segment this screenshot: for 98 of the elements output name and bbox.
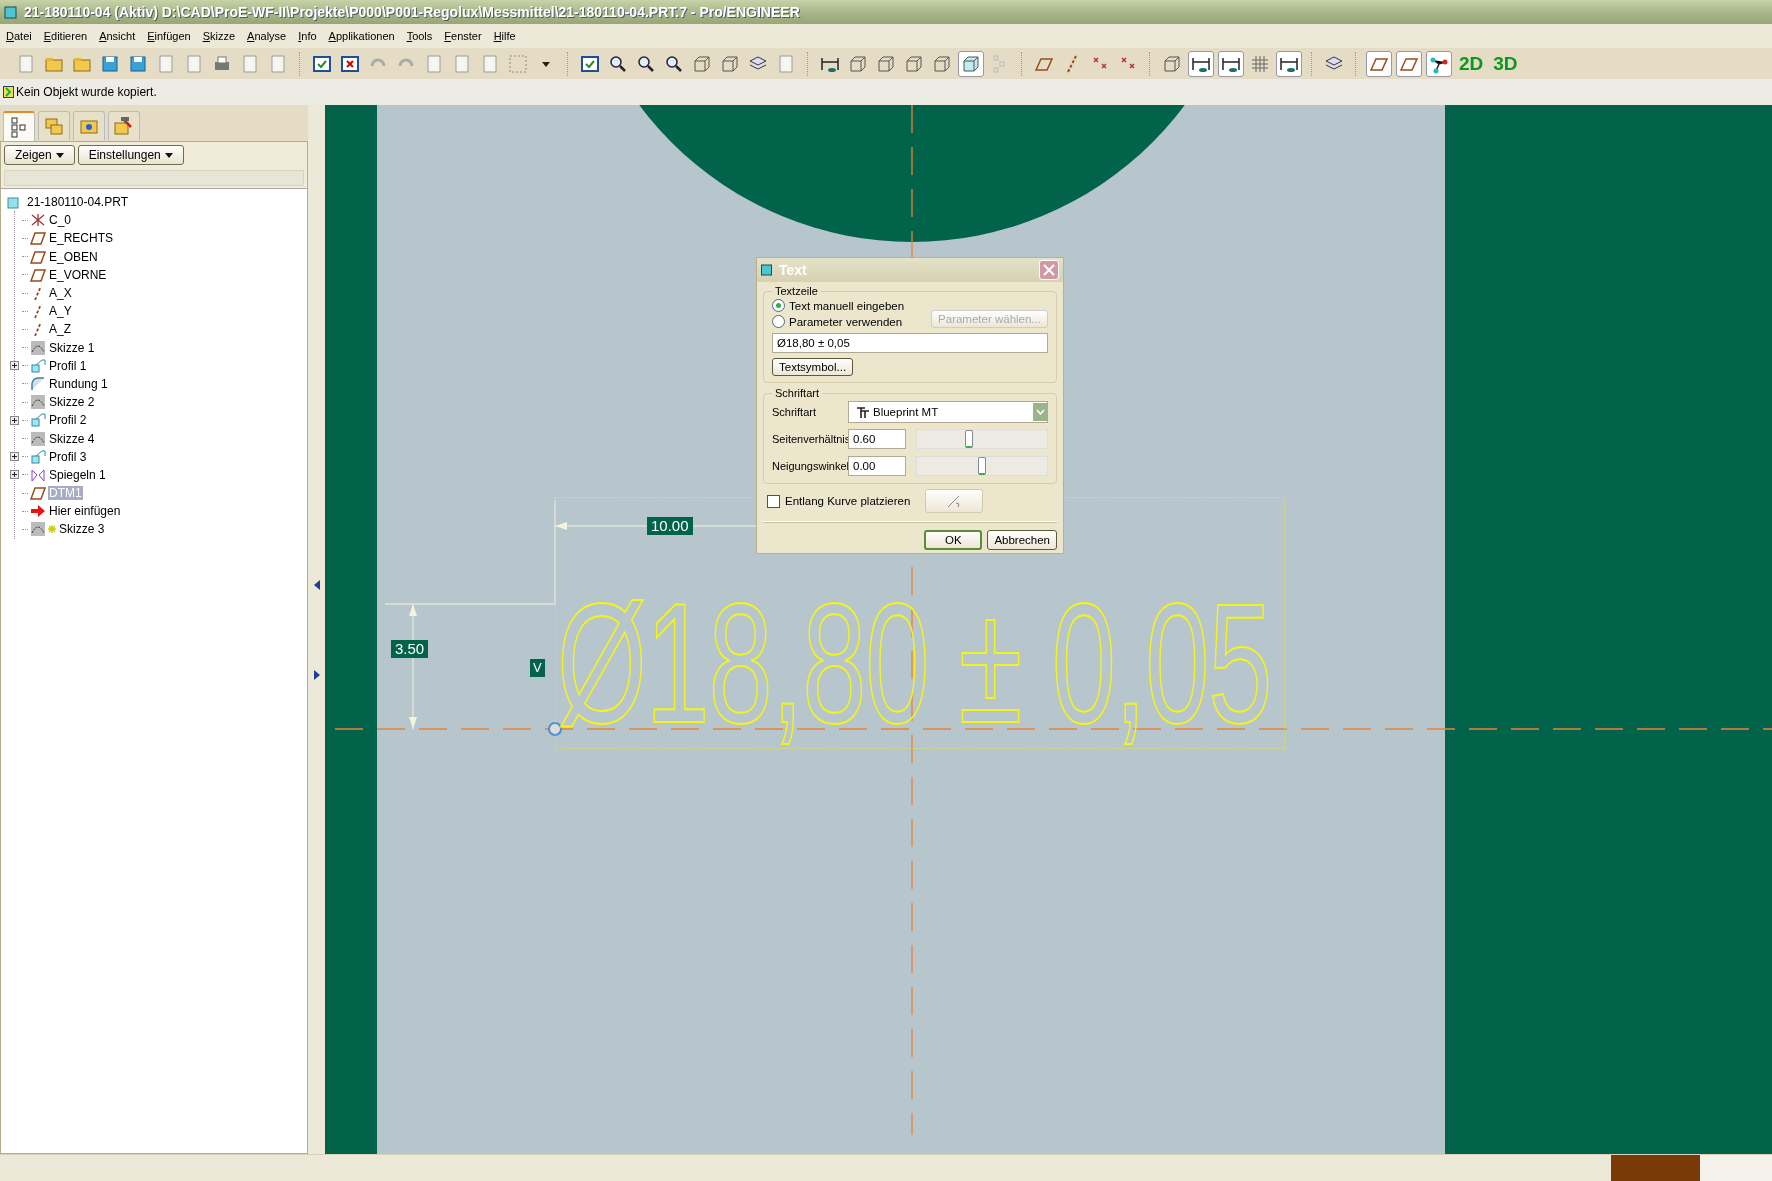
tree-item[interactable]: Hier einfügen: [48, 504, 122, 519]
datum-plane-icon: [30, 248, 46, 265]
slider-thumb[interactable]: [965, 430, 973, 449]
radio-button[interactable]: [772, 315, 785, 329]
coordinate-system-icon: [30, 212, 46, 229]
text-input[interactable]: Ø18,80 ± 0,05: [772, 333, 1048, 354]
tree-item[interactable]: Skizze 4: [48, 431, 96, 446]
expand-icon[interactable]: [10, 470, 19, 480]
expand-icon[interactable]: [10, 415, 19, 425]
group-title: Schriftart: [774, 387, 820, 400]
extrude-icon: [30, 448, 46, 465]
sketch-icon: [30, 430, 46, 447]
panel-tab[interactable]: [3, 111, 35, 142]
asterisk-icon: [48, 525, 56, 534]
expand-icon[interactable]: [10, 452, 19, 462]
tree-item[interactable]: A_X: [48, 286, 73, 300]
datum-plane-icon: [30, 485, 46, 502]
window-title: 21-180110-04 (Aktiv) D:\CAD\ProE-WF-II\Projekte\P000\P001-Regolux\Messmittel\21-180110-04.PRT.7 - Pro/ENGINEER: [24, 3, 800, 20]
ok-button[interactable]: OK: [924, 530, 983, 551]
tree-item[interactable]: Skizze 2: [48, 395, 96, 410]
tree-item[interactable]: 21-180110-04.PRT: [26, 195, 129, 210]
extrude-icon: [30, 357, 46, 374]
panel-tab[interactable]: [73, 111, 105, 141]
collapse-arrow-icon[interactable]: [313, 579, 320, 590]
tree-item[interactable]: Skizze 3: [58, 522, 106, 537]
close-button[interactable]: [1039, 260, 1059, 281]
stacked-folders-icon: [43, 115, 65, 138]
tree-item[interactable]: A_Y: [48, 304, 73, 319]
menu-item[interactable]: Applikationen: [328, 29, 395, 42]
tree-item[interactable]: Rundung 1: [48, 376, 109, 391]
part-icon: [7, 195, 20, 209]
group-title: Textzeile: [774, 285, 819, 298]
tree-item[interactable]: E_OBEN: [48, 249, 99, 264]
dimension-label[interactable]: 3.50: [391, 640, 429, 659]
menu-item[interactable]: Skizze: [202, 29, 236, 42]
sketch-icon: [30, 521, 46, 538]
sketch-icon: [30, 339, 46, 356]
status-segment: [1700, 1155, 1772, 1181]
status-message: Kein Objekt wurde kopiert.: [16, 85, 157, 100]
slider-track[interactable]: [916, 429, 1048, 450]
menu-item[interactable]: Analyse: [247, 29, 287, 42]
dropdown-value: Blueprint MT: [873, 406, 940, 419]
cancel-button[interactable]: Abbrechen: [987, 530, 1057, 551]
text-symbol-button[interactable]: Textsymbol...: [772, 358, 854, 377]
number-field[interactable]: 0.60: [848, 429, 906, 450]
node-icon[interactable]: [1426, 50, 1452, 77]
font-type-icon: [857, 406, 869, 418]
dimension-label[interactable]: 10.00: [647, 517, 693, 536]
slider-track[interactable]: [916, 456, 1048, 477]
radio-label[interactable]: Text manuell eingeben: [789, 299, 905, 312]
sketch-icon: [30, 394, 46, 411]
slider-thumb[interactable]: [978, 457, 986, 476]
field-label: Schriftart: [772, 406, 817, 419]
expand-arrow-icon[interactable]: [313, 669, 320, 680]
dimension-display-icon[interactable]: [1188, 50, 1214, 77]
shaded-cube-icon[interactable]: [958, 50, 984, 77]
message-icon: [3, 86, 14, 99]
tree-item[interactable]: A_Z: [48, 322, 72, 337]
tree-item[interactable]: Spiegeln 1: [48, 467, 107, 482]
constraint-label: V: [530, 659, 545, 678]
font-dropdown[interactable]: Blueprint MT: [848, 401, 1048, 424]
dialog-icon: [761, 264, 773, 277]
tree-item[interactable]: Profil 2: [48, 413, 88, 428]
menu-item[interactable]: Info: [298, 29, 317, 42]
menu-item[interactable]: Datei: [6, 29, 32, 42]
menu-item[interactable]: Hilfe: [493, 29, 516, 42]
datum-plane-icon: [30, 266, 46, 283]
number-field[interactable]: 0.00: [848, 456, 906, 477]
panel-tab[interactable]: [108, 111, 140, 141]
expand-icon[interactable]: [10, 361, 19, 371]
dialog-title: Text: [779, 262, 808, 279]
arrow-icon: [30, 503, 46, 520]
caret-icon: [164, 152, 173, 158]
extrude-icon: [30, 412, 46, 429]
application-icon: [4, 4, 18, 19]
menu-item[interactable]: Ansicht: [99, 29, 136, 42]
menu-item[interactable]: Editieren: [43, 29, 88, 42]
menu-item[interactable]: Fenster: [444, 29, 482, 42]
caret-icon: [55, 152, 64, 158]
graphics-canvas[interactable]: [325, 105, 1772, 1155]
checkbox[interactable]: [767, 494, 780, 508]
dropdown-button[interactable]: Zeigen: [4, 145, 75, 166]
tree-item[interactable]: C_0: [48, 213, 72, 228]
radio-label[interactable]: Parameter verwenden: [789, 315, 903, 328]
datum-plane-icon: [30, 230, 46, 247]
round-icon: [30, 375, 46, 392]
menu-item[interactable]: Tools: [406, 29, 433, 42]
radio-button[interactable]: [772, 299, 785, 313]
menu-item[interactable]: Einfügen: [147, 29, 191, 42]
plane-sketch-icon[interactable]: [1366, 50, 1392, 77]
tree-item[interactable]: Skizze 1: [48, 340, 96, 355]
tree-item[interactable]: E_RECHTS: [48, 231, 114, 246]
tree-item[interactable]: Profil 3: [48, 449, 88, 464]
checkbox-label[interactable]: Entlang Kurve platzieren: [785, 495, 911, 508]
arrow-line-icon: [946, 494, 963, 509]
tree-item[interactable]: E_VORNE: [48, 267, 108, 282]
dropdown-button[interactable]: Einstellungen: [77, 145, 184, 166]
tree-item[interactable]: Profil 1: [48, 358, 88, 373]
